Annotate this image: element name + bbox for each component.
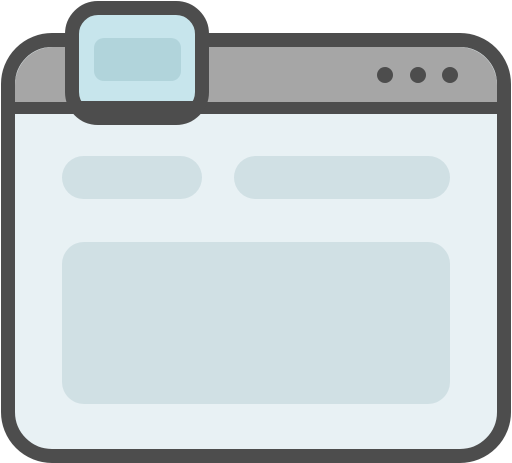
placeholder-pill-right [234,156,450,199]
browser-window-illustration [0,0,512,463]
placeholder-pill-left [62,156,202,199]
window-dot-2 [410,67,426,83]
window-dot-3 [442,67,458,83]
window-dot-1 [377,67,393,83]
browser-window-icon [1,1,511,463]
placeholder-content-block [62,242,450,404]
tab-inner-panel [94,38,181,81]
